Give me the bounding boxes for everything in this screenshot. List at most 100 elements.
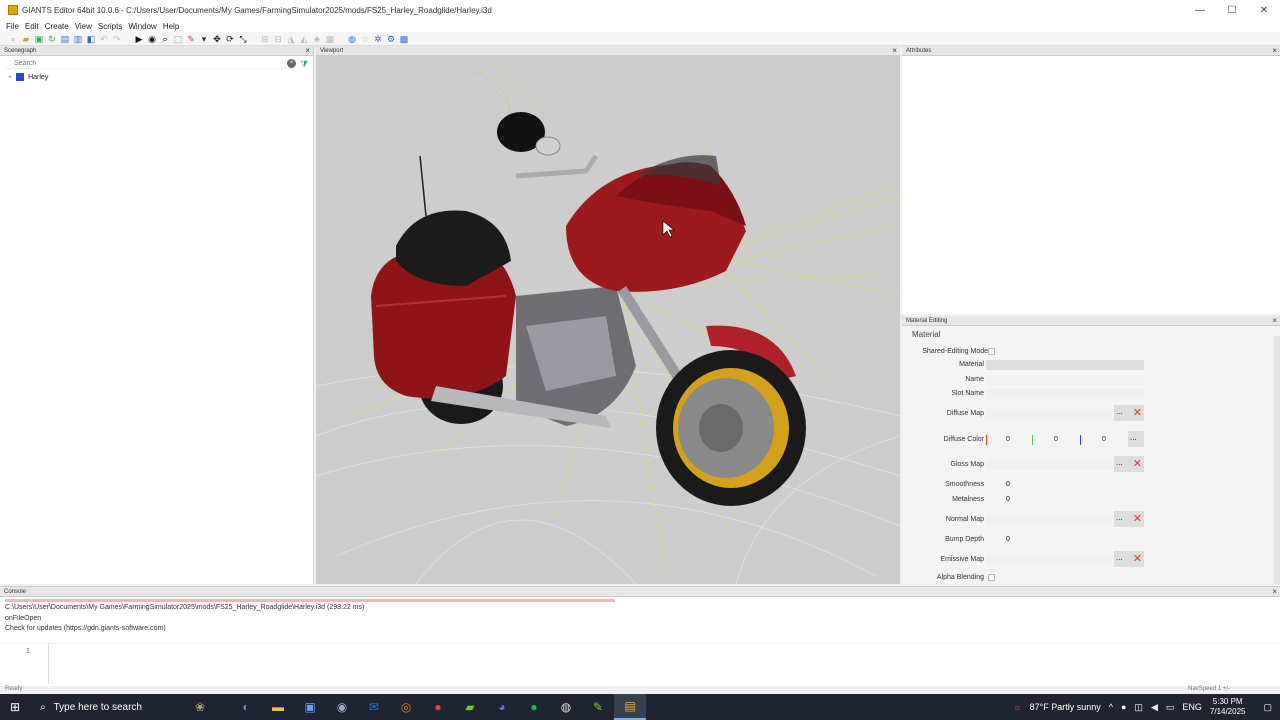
expand-icon[interactable]: +: [8, 74, 12, 81]
notification-icon[interactable]: ▢: [1263, 702, 1272, 713]
remove-icon[interactable]: ✕: [1133, 512, 1142, 525]
browse-icon[interactable]: ...: [1116, 407, 1123, 416]
camera-icon[interactable]: ⚙: [386, 34, 396, 44]
material-select[interactable]: [986, 360, 1144, 370]
browse-icon[interactable]: ...: [1130, 433, 1137, 442]
spotify-icon[interactable]: ●: [518, 694, 550, 720]
browse-icon[interactable]: ...: [1116, 513, 1123, 522]
diffuse-map-button[interactable]: ... ✕: [1114, 405, 1144, 421]
viewport-3d-scene[interactable]: [316, 56, 900, 584]
menu-view[interactable]: View: [75, 22, 92, 31]
paint-icon[interactable]: ✎: [186, 34, 196, 44]
close-icon[interactable]: ×: [1272, 46, 1277, 56]
foliage-icon[interactable]: ♣: [312, 34, 322, 44]
light-icon[interactable]: ◌: [360, 34, 370, 44]
gloss-map-button[interactable]: ... ✕: [1114, 456, 1144, 472]
discord-icon[interactable]: ◕: [486, 694, 518, 720]
undo-icon[interactable]: ↶: [99, 34, 109, 44]
save-icon[interactable]: ▤: [60, 34, 70, 44]
align-icon[interactable]: ⊞: [260, 34, 270, 44]
tree-node[interactable]: + Harley: [8, 73, 48, 81]
terrain-icon[interactable]: ◮: [286, 34, 296, 44]
chevron-up-icon[interactable]: ^: [1109, 702, 1113, 712]
language-indicator[interactable]: ENG: [1182, 702, 1202, 712]
clock[interactable]: 5:30 PM 7/14/2025: [1210, 697, 1254, 717]
shared-editing-checkbox[interactable]: [988, 348, 995, 355]
refresh-icon[interactable]: ↻: [47, 34, 57, 44]
material-scrollbar[interactable]: [1274, 336, 1280, 584]
save-all-icon[interactable]: ▥: [73, 34, 83, 44]
normal-map-button[interactable]: ... ✕: [1114, 511, 1144, 527]
github-icon[interactable]: ◍: [550, 694, 582, 720]
store-icon[interactable]: ▣: [294, 694, 326, 720]
grid-icon[interactable]: ▩: [399, 34, 409, 44]
outlook-icon[interactable]: ✉: [358, 694, 390, 720]
menu-window[interactable]: Window: [128, 22, 156, 31]
giants-editor-taskbar-icon[interactable]: ▤: [614, 694, 646, 720]
browse-icon[interactable]: ...: [1116, 553, 1123, 562]
microphone-icon[interactable]: ●: [1121, 702, 1126, 712]
keyboard-icon[interactable]: ▭: [1166, 702, 1175, 713]
weather-text[interactable]: 87°F Partly sunny: [1030, 702, 1101, 712]
taskbar-search[interactable]: ⌕ Type here to search: [30, 694, 170, 720]
remove-icon[interactable]: ✕: [1133, 457, 1142, 470]
new-file-icon[interactable]: ▫: [8, 34, 18, 44]
remove-icon[interactable]: ✕: [1133, 552, 1142, 565]
diffuse-g-value[interactable]: 0: [1054, 436, 1058, 443]
close-icon[interactable]: ×: [305, 46, 310, 56]
redo-icon[interactable]: ↷: [112, 34, 122, 44]
viewport-panel[interactable]: Viewport ×: [316, 46, 900, 584]
file-explorer-icon[interactable]: ▬: [262, 694, 294, 720]
widgets-icon[interactable]: ❀: [170, 694, 230, 720]
chrome-icon[interactable]: ●: [422, 694, 454, 720]
import-icon[interactable]: ▣: [34, 34, 44, 44]
normal-map-field[interactable]: [986, 515, 1112, 525]
menu-help[interactable]: Help: [163, 22, 179, 31]
blender-icon[interactable]: ◎: [390, 694, 422, 720]
minimize-button[interactable]: —: [1184, 0, 1216, 20]
name-field[interactable]: [986, 375, 1144, 385]
maximize-button[interactable]: ☐: [1216, 0, 1248, 20]
move-icon[interactable]: ✥: [212, 34, 222, 44]
windows-start-icon[interactable]: ⊞: [0, 694, 30, 720]
diffuse-r-value[interactable]: 0: [1006, 436, 1010, 443]
bump-depth-value[interactable]: 0: [1006, 536, 1010, 543]
globe-icon[interactable]: ◍: [347, 34, 357, 44]
close-button[interactable]: ✕: [1248, 0, 1280, 20]
smoothness-value[interactable]: 0: [1006, 481, 1010, 488]
filter-icon[interactable]: ⧩: [300, 59, 310, 69]
emissive-map-field[interactable]: [986, 555, 1112, 565]
search-input[interactable]: [14, 60, 274, 67]
select-icon[interactable]: ⬚: [173, 34, 183, 44]
steam-icon[interactable]: ◉: [326, 694, 358, 720]
export-icon[interactable]: ◧: [86, 34, 96, 44]
menu-edit[interactable]: Edit: [25, 22, 39, 31]
slot-name-field[interactable]: [986, 389, 1144, 399]
scale-icon[interactable]: ⤡: [238, 34, 248, 44]
diffuse-map-field[interactable]: [986, 409, 1112, 419]
settings-icon[interactable]: ✲: [373, 34, 383, 44]
snap-icon[interactable]: ⊟: [273, 34, 283, 44]
close-icon[interactable]: ×: [892, 46, 897, 56]
metalness-value[interactable]: 0: [1006, 496, 1010, 503]
close-icon[interactable]: ×: [1272, 316, 1277, 326]
menu-file[interactable]: File: [6, 22, 19, 31]
network-icon[interactable]: ◫: [1134, 702, 1143, 713]
browse-icon[interactable]: ...: [1116, 458, 1123, 467]
emissive-map-button[interactable]: ... ✕: [1114, 551, 1144, 567]
farming-sim-icon[interactable]: ▰: [454, 694, 486, 720]
rotate-icon[interactable]: ⟳: [225, 34, 235, 44]
menu-create[interactable]: Create: [45, 22, 69, 31]
eye-icon[interactable]: ◉: [147, 34, 157, 44]
open-folder-icon[interactable]: ▰: [21, 34, 31, 44]
color-picker-button[interactable]: ...: [1128, 431, 1144, 447]
alpha-blending-checkbox[interactable]: [988, 574, 995, 581]
gloss-map-field[interactable]: [986, 460, 1112, 470]
dropdown-icon[interactable]: ▾: [199, 34, 209, 44]
zoom-icon[interactable]: ⌕: [160, 34, 170, 44]
edge-icon[interactable]: ◐: [230, 694, 262, 720]
close-icon[interactable]: ×: [1272, 587, 1277, 597]
volume-icon[interactable]: ◀: [1151, 702, 1158, 713]
play-icon[interactable]: ▶: [134, 34, 144, 44]
notepad-icon[interactable]: ✎: [582, 694, 614, 720]
